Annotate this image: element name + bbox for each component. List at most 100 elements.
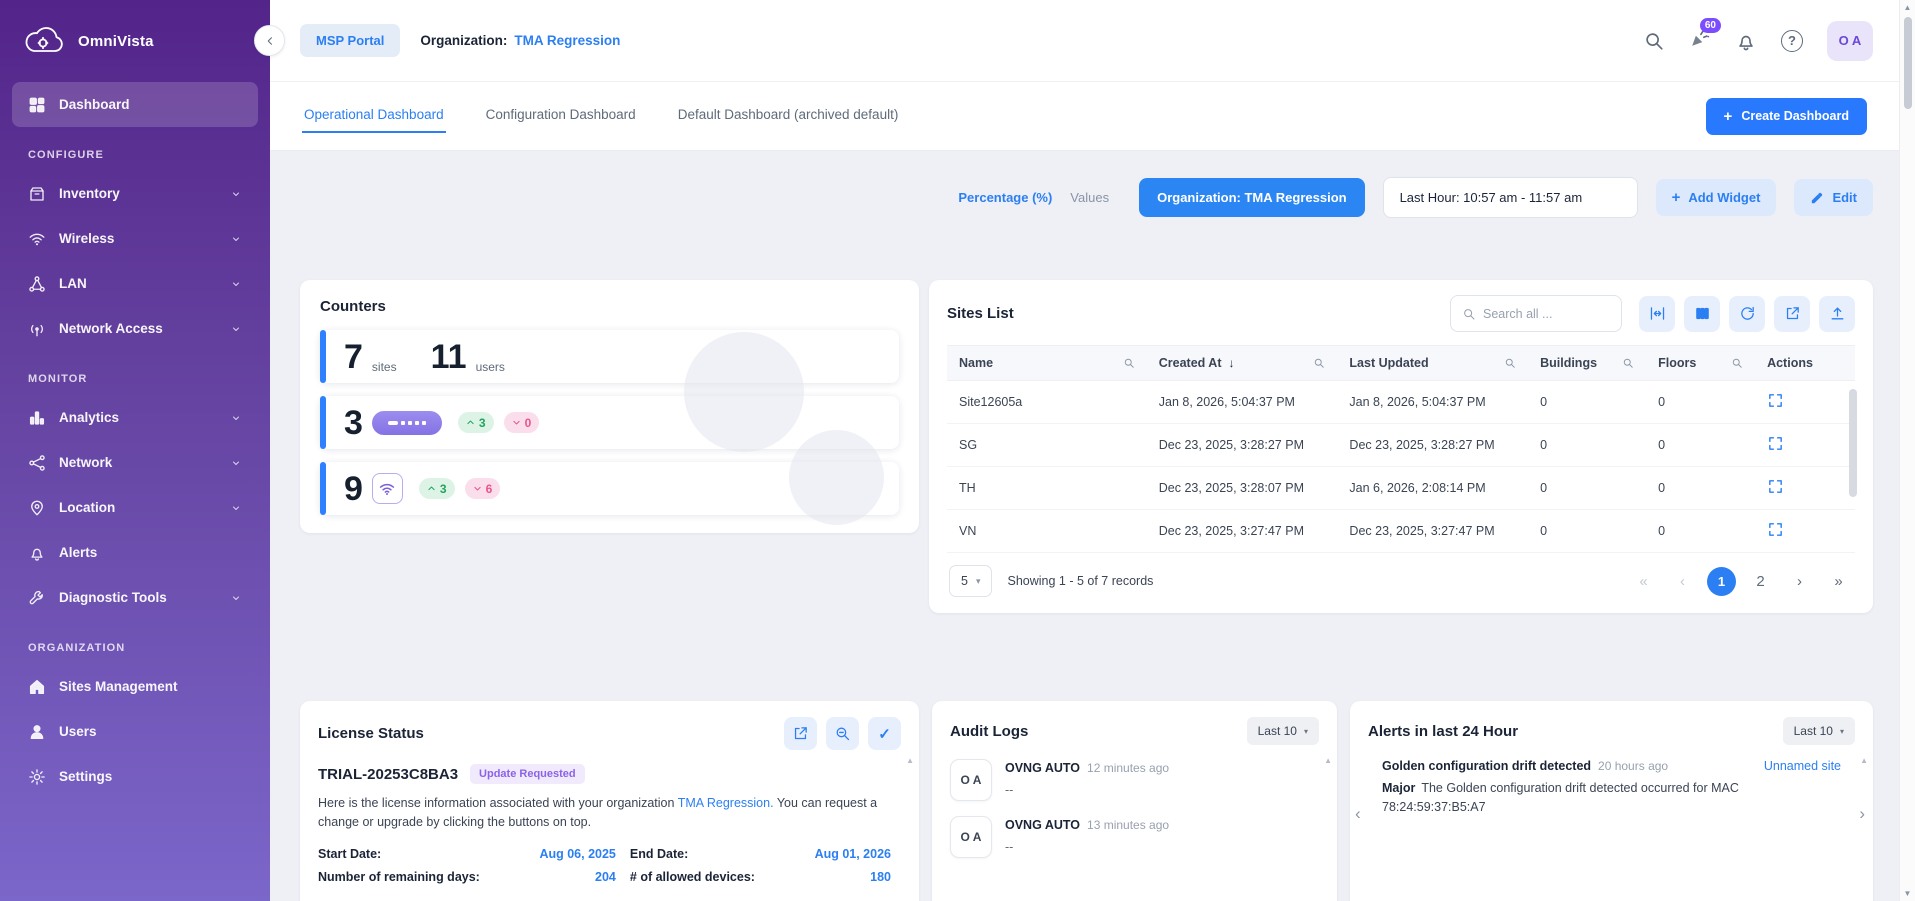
bell-icon[interactable] <box>1735 30 1757 52</box>
search-license-icon[interactable] <box>826 717 859 750</box>
alerts-range-select[interactable]: Last 10 ▾ <box>1783 717 1855 745</box>
expand-site-icon[interactable] <box>1767 478 1784 495</box>
organization-link[interactable]: TMA Regression <box>514 33 620 48</box>
scroll-up-arrow[interactable]: ▲ <box>1860 757 1868 765</box>
expand-site-icon[interactable] <box>1767 521 1784 538</box>
scroll-up-arrow[interactable]: ▲ <box>1904 3 1912 12</box>
sidebar-item-lan[interactable]: LAN <box>12 261 258 306</box>
percentage-toggle[interactable]: Percentage (%) <box>958 190 1052 205</box>
audit-range-select[interactable]: Last 10 ▾ <box>1247 717 1319 745</box>
column-search-icon[interactable] <box>1721 357 1743 369</box>
inventory-icon <box>28 185 46 203</box>
upload-icon[interactable] <box>1819 296 1855 332</box>
column-search-icon[interactable] <box>1113 357 1135 369</box>
page-1-button[interactable]: 1 <box>1707 567 1736 596</box>
site-name-cell: VN <box>947 510 1147 553</box>
sidebar-item-sites-management[interactable]: Sites Management <box>12 664 258 709</box>
expand-site-icon[interactable] <box>1767 435 1784 452</box>
scroll-up-arrow[interactable]: ▲ <box>906 757 914 765</box>
page-scrollbar[interactable]: ▲ ▼ <box>1899 0 1915 901</box>
user-avatar[interactable]: O A <box>1827 21 1873 61</box>
column-header-last-updated[interactable]: Last Updated <box>1337 346 1528 381</box>
column-search-icon[interactable] <box>1612 357 1634 369</box>
site-updated-cell: Jan 8, 2026, 5:04:37 PM <box>1337 381 1528 424</box>
scroll-down-arrow[interactable]: ▼ <box>1904 889 1912 898</box>
sidebar-item-location[interactable]: Location <box>12 485 258 530</box>
site-buildings-cell: 0 <box>1528 424 1646 467</box>
license-toolbar: ✓ <box>784 717 901 750</box>
sidebar-collapse-button[interactable] <box>254 25 285 56</box>
last-page-button[interactable]: » <box>1824 567 1853 596</box>
values-toggle[interactable]: Values <box>1070 190 1109 205</box>
scroll-up-arrow[interactable]: ▲ <box>1324 757 1332 765</box>
expand-site-icon[interactable] <box>1767 392 1784 409</box>
column-header-created-at[interactable]: Created At↓ <box>1147 346 1338 381</box>
pencil-icon <box>1810 191 1824 205</box>
scrollbar-track[interactable] <box>1900 12 1915 889</box>
create-dashboard-button[interactable]: + Create Dashboard <box>1706 98 1867 135</box>
column-search-icon[interactable] <box>1303 357 1325 369</box>
sidebar-item-label: Settings <box>59 769 112 784</box>
sidebar-item-diagnostic-tools[interactable]: Diagnostic Tools <box>12 575 258 620</box>
column-header-buildings[interactable]: Buildings <box>1528 346 1646 381</box>
sort-desc-icon[interactable]: ↓ <box>1229 356 1235 370</box>
tab-default-dashboard[interactable]: Default Dashboard (archived default) <box>676 99 901 133</box>
site-row[interactable]: TH Dec 23, 2025, 3:28:07 PM Jan 6, 2026,… <box>947 467 1855 510</box>
dashboard-icon <box>28 96 46 114</box>
alert-site-link[interactable]: Unnamed site <box>1752 759 1841 773</box>
scrollbar-thumb[interactable] <box>1904 17 1912 109</box>
sidebar-item-dashboard[interactable]: Dashboard <box>12 82 258 127</box>
sidebar-item-wireless[interactable]: Wireless <box>12 216 258 261</box>
help-icon[interactable]: ? <box>1781 30 1803 52</box>
approve-icon[interactable]: ✓ <box>868 717 901 750</box>
prev-page-button[interactable]: ‹ <box>1668 567 1697 596</box>
column-search-icon[interactable] <box>1494 357 1516 369</box>
sidebar-item-alerts[interactable]: Alerts <box>12 530 258 575</box>
add-widget-button[interactable]: + Add Widget <box>1656 179 1777 216</box>
plus-icon: + <box>1724 109 1733 124</box>
widgets-row-top: Counters 7 sites 11 users 3 3 <box>300 280 1873 701</box>
chevron-down-icon <box>230 592 242 604</box>
refresh-icon[interactable] <box>1729 296 1765 332</box>
column-header-floors[interactable]: Floors <box>1646 346 1755 381</box>
tab-configuration-dashboard[interactable]: Configuration Dashboard <box>484 99 638 133</box>
column-header-name[interactable]: Name <box>947 346 1147 381</box>
site-row[interactable]: Site12605a Jan 8, 2026, 5:04:37 PM Jan 8… <box>947 381 1855 424</box>
edit-button[interactable]: Edit <box>1794 179 1873 216</box>
carousel-left-icon[interactable]: ‹ <box>1355 805 1361 822</box>
next-page-button[interactable]: › <box>1785 567 1814 596</box>
sidebar-item-users[interactable]: Users <box>12 709 258 754</box>
columns-icon[interactable] <box>1684 296 1720 332</box>
site-floors-cell: 0 <box>1646 424 1755 467</box>
site-buildings-cell: 0 <box>1528 467 1646 510</box>
organization-filter-button[interactable]: Organization: TMA Regression <box>1139 178 1364 217</box>
tab-operational-dashboard[interactable]: Operational Dashboard <box>302 99 446 133</box>
organization-label: Organization: <box>420 33 507 48</box>
audit-user: OVNG AUTO <box>1005 761 1080 775</box>
tma-regression-link[interactable]: TMA Regression. <box>678 796 774 810</box>
create-dashboard-label: Create Dashboard <box>1741 109 1849 123</box>
table-scrollbar[interactable] <box>1849 389 1857 497</box>
sidebar-item-settings[interactable]: Settings <box>12 754 258 799</box>
time-range-selector[interactable]: Last Hour: 10:57 am - 11:57 am <box>1383 177 1638 218</box>
site-row[interactable]: SG Dec 23, 2025, 3:28:27 PM Dec 23, 2025… <box>947 424 1855 467</box>
search-icon[interactable] <box>1643 30 1665 52</box>
fit-columns-icon[interactable] <box>1639 296 1675 332</box>
sidebar-item-inventory[interactable]: Inventory <box>12 171 258 216</box>
sidebar-item-analytics[interactable]: Analytics <box>12 395 258 440</box>
first-page-button[interactable]: « <box>1629 567 1658 596</box>
sidebar-item-network-access[interactable]: Network Access <box>12 306 258 351</box>
license-id: TRIAL-20253C8BA3 <box>318 766 458 783</box>
share-icon[interactable] <box>784 717 817 750</box>
site-row[interactable]: VN Dec 23, 2025, 3:27:47 PM Dec 23, 2025… <box>947 510 1855 553</box>
carousel-right-icon[interactable]: › <box>1859 805 1865 822</box>
accent-bar <box>320 330 326 383</box>
msp-portal-badge[interactable]: MSP Portal <box>300 24 400 57</box>
sites-search-input[interactable] <box>1483 307 1610 321</box>
page-size-select[interactable]: 5 ▾ <box>949 565 992 597</box>
export-icon[interactable] <box>1774 296 1810 332</box>
chevron-down-icon: ▾ <box>1840 727 1844 736</box>
allowed-devices-label: # of allowed devices: <box>630 870 755 884</box>
page-2-button[interactable]: 2 <box>1746 567 1775 596</box>
sidebar-item-network[interactable]: Network <box>12 440 258 485</box>
